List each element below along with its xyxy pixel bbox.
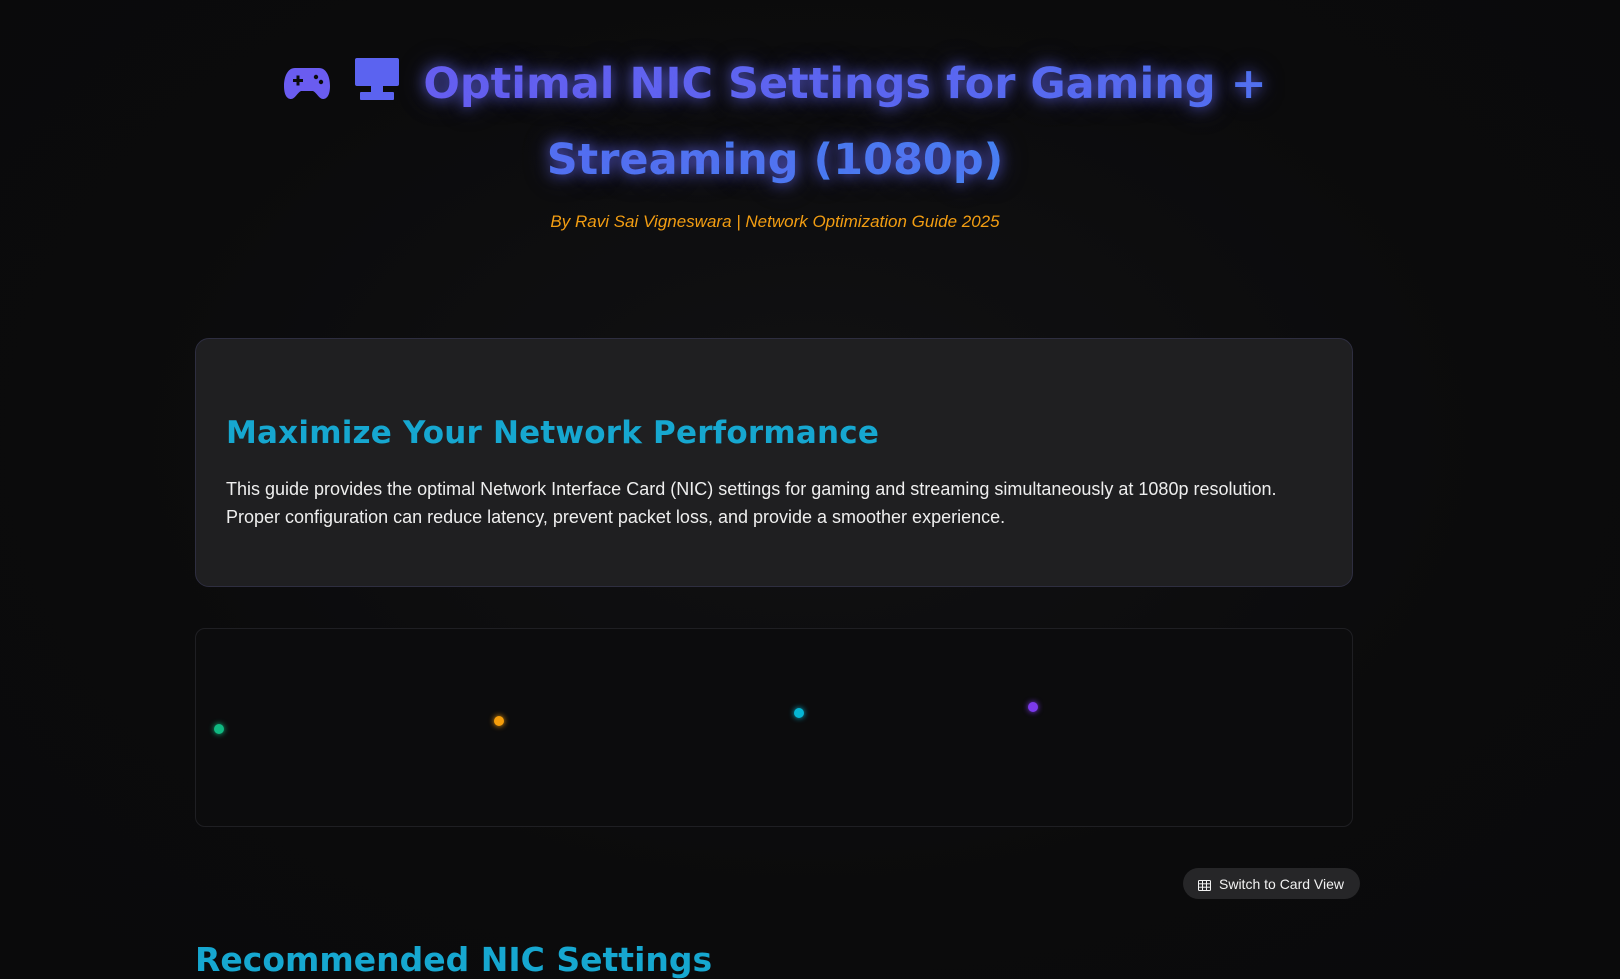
switch-to-card-view-button[interactable]: Switch to Card View — [1183, 868, 1361, 899]
page-subtitle: By Ravi Sai Vigneswara | Network Optimiz… — [550, 212, 1000, 231]
gamepad-icon — [283, 52, 331, 124]
packet-dot-cyan — [794, 708, 804, 718]
recommended-settings-heading: Recommended NIC Settings — [195, 940, 713, 979]
grid-icon — [1198, 878, 1211, 891]
monitor-icon — [352, 52, 402, 124]
packet-dot-orange — [494, 716, 504, 726]
packet-dot-purple — [1028, 702, 1038, 712]
intro-heading: Maximize Your Network Performance — [226, 415, 880, 451]
intro-card: Maximize Your Network Performance This g… — [195, 338, 1353, 587]
switch-to-card-view-label: Switch to Card View — [1219, 875, 1345, 892]
packet-dot-green — [214, 724, 224, 734]
intro-body: This guide provides the optimal Network … — [226, 479, 1277, 527]
page: Optimal NIC Settings for Gaming + Stream… — [0, 0, 1620, 979]
network-animation-panel — [195, 628, 1353, 827]
page-title: Optimal NIC Settings for Gaming + Stream… — [250, 48, 1300, 196]
page-title-text: Optimal NIC Settings for Gaming + Stream… — [423, 59, 1267, 185]
